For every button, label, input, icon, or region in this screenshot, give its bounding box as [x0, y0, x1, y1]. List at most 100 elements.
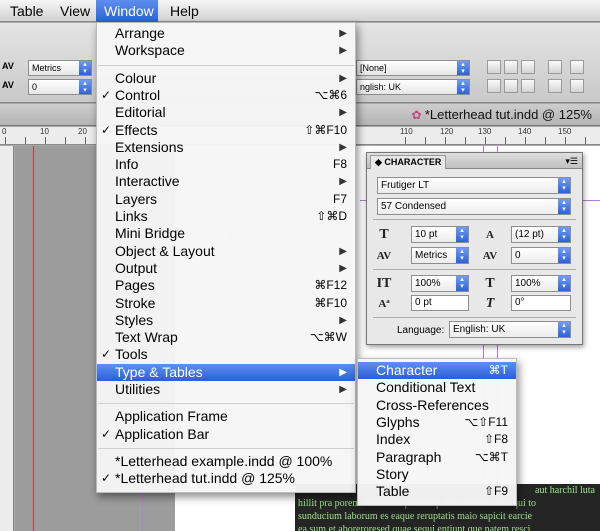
vertical-ruler[interactable]: [0, 146, 14, 531]
align-right-button[interactable]: [521, 60, 535, 74]
kerning-field-spin-icon: ▴ ▾: [456, 248, 468, 263]
menu-item-control[interactable]: ✓ Control ⌥⌘6: [97, 87, 355, 104]
panel-language-spin-icon: ▴ ▾: [558, 322, 570, 337]
vertical-scale-spin-icon: ▴ ▾: [456, 276, 468, 291]
character-style-select[interactable]: [None] ▴ ▾: [356, 60, 470, 76]
menu-item-extensions[interactable]: Extensions ▶: [97, 139, 355, 156]
indent-button[interactable]: [570, 60, 584, 74]
font-size-field[interactable]: 10 pt ▴ ▾: [411, 226, 469, 243]
panel-language-select[interactable]: English: UK ▴ ▾: [449, 321, 571, 338]
menu-item-workspace[interactable]: Workspace ▶: [97, 42, 355, 59]
checkmark-icon: ✓: [101, 347, 112, 362]
menu-item-letterhead-tut-indd-125[interactable]: ✓ *Letterhead tut.indd @ 125%: [97, 470, 355, 487]
menu-item-application-bar[interactable]: ✓ Application Bar: [97, 426, 355, 443]
submenu-arrow-icon: ▶: [339, 28, 347, 39]
leading-icon: A: [486, 229, 494, 241]
ruler-label: 130: [478, 127, 492, 136]
menu-item-output[interactable]: Output ▶: [97, 260, 355, 277]
menu-item-object-layout[interactable]: Object & Layout ▶: [97, 243, 355, 260]
menu-item-interactive[interactable]: Interactive ▶: [97, 173, 355, 190]
baseline-shift-icon: Aª: [378, 298, 390, 310]
baseline-shift-field[interactable]: 0 pt: [411, 295, 469, 311]
vertical-scale-field[interactable]: 100% ▴ ▾: [411, 275, 469, 292]
character-panel-tab[interactable]: ◆ CHARACTER: [370, 155, 447, 169]
font-family-select[interactable]: Frutiger LT ▴ ▾: [377, 177, 571, 194]
leading-field[interactable]: (12 pt) ▴ ▾: [511, 226, 571, 243]
menu-item-shortcut: ⌥⌘W: [309, 330, 347, 345]
menu-item-label: Text Wrap: [115, 329, 178, 346]
menu-item-links[interactable]: Links ⇧⌘D: [97, 208, 355, 225]
panel-menu-icon[interactable]: ▾☰: [565, 156, 578, 167]
kerning-spin-icon: ▴ ▾: [79, 61, 91, 75]
align-away-spine-button[interactable]: [548, 60, 562, 74]
kerning-field[interactable]: Metrics ▴ ▾: [411, 247, 469, 264]
menu-item-character[interactable]: Character ⌘T: [358, 362, 516, 380]
menu-item-shortcut: F7: [332, 191, 347, 206]
kerning-value: Metrics: [415, 250, 448, 261]
ruler-label: 150: [558, 127, 572, 136]
menu-item-label: *Letterhead example.indd @ 100%: [115, 452, 333, 469]
menu-item-index[interactable]: Index ⇧F8: [358, 431, 516, 448]
language-select[interactable]: nglish: UK ▴ ▾: [356, 79, 470, 95]
skew-field[interactable]: 0°: [511, 295, 571, 311]
menu-item-label: Pages: [115, 277, 155, 294]
menu-item-tools[interactable]: ✓ Tools: [97, 346, 355, 363]
menu-item-label: Styles: [115, 311, 154, 328]
panel-divider: [373, 219, 576, 220]
menu-help[interactable]: Help: [162, 0, 207, 22]
character-panel[interactable]: ◆ CHARACTER ▾☰ Frutiger LT ▴ ▾ 57 Condens…: [366, 152, 583, 345]
menu-item-shortcut: F8: [332, 157, 347, 172]
menu-item-letterhead-example-indd-100[interactable]: *Letterhead example.indd @ 100%: [97, 453, 355, 470]
menu-item-label: Glyphs: [376, 413, 420, 430]
horizontal-scale-field[interactable]: 100% ▴ ▾: [511, 275, 571, 292]
menu-item-glyphs[interactable]: Glyphs ⌥⇧F11: [358, 414, 516, 431]
menu-item-layers[interactable]: Layers F7: [97, 191, 355, 208]
menu-view[interactable]: View: [52, 0, 98, 22]
character-style-spin-icon: ▴ ▾: [457, 61, 469, 75]
menu-item-label: Application Frame: [115, 408, 228, 425]
submenu-arrow-icon: ▶: [339, 45, 347, 57]
character-panel-titlebar[interactable]: ◆ CHARACTER ▾☰: [367, 153, 582, 169]
menu-item-pages[interactable]: Pages ⌘F12: [97, 277, 355, 294]
vertical-scale-icon: IT: [376, 276, 392, 291]
menu-item-cross-references[interactable]: Cross-References: [358, 397, 516, 414]
menu-item-story[interactable]: Story: [358, 466, 516, 483]
menu-item-colour[interactable]: Colour ▶: [97, 70, 355, 87]
justify-center-button[interactable]: [504, 79, 518, 93]
align-center-button[interactable]: [504, 60, 518, 74]
menu-item-editorial[interactable]: Editorial ▶: [97, 104, 355, 121]
tracking-select[interactable]: 0 ▴ ▾: [28, 79, 92, 95]
menu-item-conditional-text[interactable]: Conditional Text: [358, 379, 516, 396]
justify-right-button[interactable]: [521, 79, 535, 93]
justify-left-button[interactable]: [487, 79, 501, 93]
tracking-select-value: 0: [32, 82, 38, 92]
menu-table[interactable]: Table: [2, 0, 51, 22]
menu-item-application-frame[interactable]: Application Frame: [97, 408, 355, 425]
menu-item-type-tables[interactable]: Type & Tables ▶: [97, 363, 355, 381]
document-tab[interactable]: ✿ *Letterhead tut.indd @ 125%: [411, 104, 592, 126]
menu-item-arrange[interactable]: Arrange ▶: [97, 25, 355, 42]
language-spin-icon: ▴ ▾: [457, 80, 469, 94]
horizontal-scale-icon: T: [485, 276, 495, 291]
menu-item-utilities[interactable]: Utilities ▶: [97, 381, 355, 398]
leading-value: (12 pt): [515, 229, 544, 240]
menu-window[interactable]: Window: [96, 0, 158, 22]
menu-item-stroke[interactable]: Stroke ⌘F10: [97, 295, 355, 312]
submenu-arrow-icon: ▶: [339, 366, 347, 378]
menu-item-paragraph[interactable]: Paragraph ⌥⌘T: [358, 449, 516, 466]
menu-item-effects[interactable]: ✓ Effects ⇧⌘F10: [97, 122, 355, 139]
kerning-select[interactable]: Metrics ▴ ▾: [28, 60, 92, 76]
menu-item-table[interactable]: Table ⇧F9: [358, 483, 516, 500]
tracking-field[interactable]: 0 ▴ ▾: [511, 247, 571, 264]
menu-item-info[interactable]: Info F8: [97, 156, 355, 173]
body-text-line: ea sum et aboreroresed quae sequi entiun…: [298, 524, 531, 531]
align-left-button[interactable]: [487, 60, 501, 74]
align-toward-spine-button[interactable]: [548, 79, 562, 93]
menu-item-styles[interactable]: Styles ▶: [97, 312, 355, 329]
menu-item-text-wrap[interactable]: Text Wrap ⌥⌘W: [97, 329, 355, 346]
indent-right-button[interactable]: [570, 79, 584, 93]
font-style-select[interactable]: 57 Condensed ▴ ▾: [377, 198, 571, 215]
bleed-guide: [33, 146, 34, 531]
menu-item-mini-bridge[interactable]: Mini Bridge: [97, 225, 355, 242]
ruler-label: 0: [2, 127, 7, 136]
